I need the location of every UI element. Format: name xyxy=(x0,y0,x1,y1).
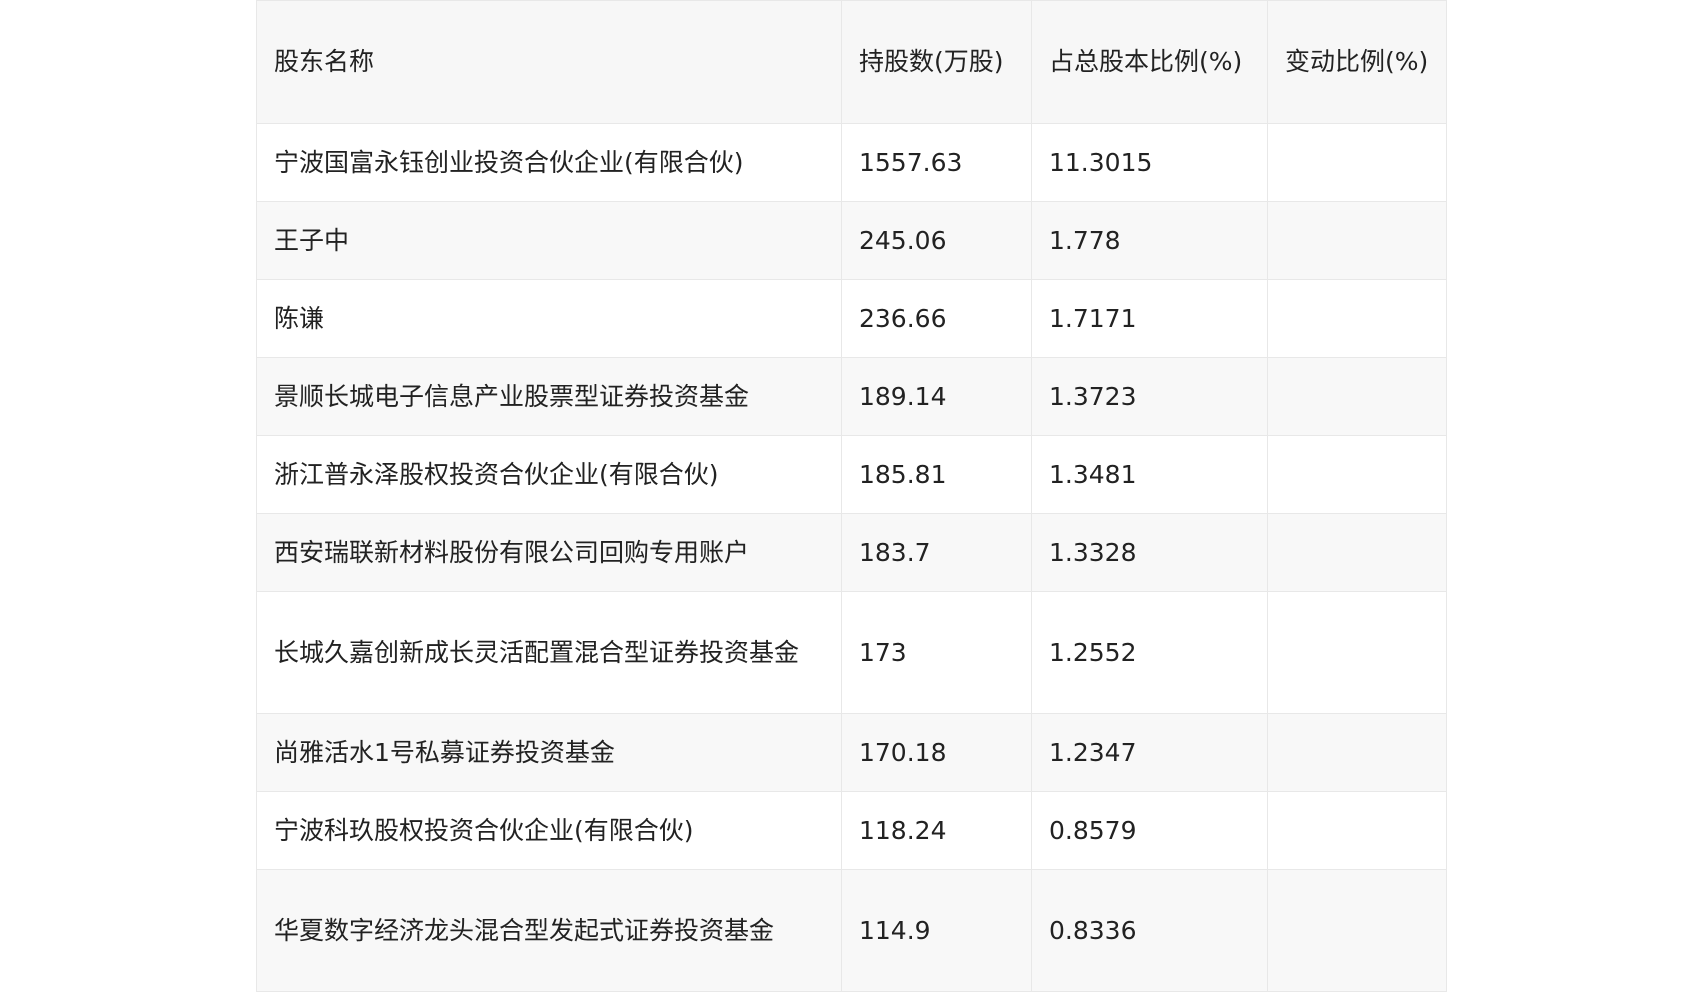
table-row: 宁波国富永钰创业投资合伙企业(有限合伙) 1557.63 11.3015 xyxy=(256,123,1447,202)
table-row: 华夏数字经济龙头混合型发起式证券投资基金 114.9 0.8336 xyxy=(256,869,1447,992)
cell-change-ratio xyxy=(1267,435,1447,514)
header-shareholder-name: 股东名称 xyxy=(256,0,842,124)
cell-change-ratio xyxy=(1267,713,1447,792)
cell-share-ratio: 1.3723 xyxy=(1031,357,1268,436)
cell-shares-held: 183.7 xyxy=(841,513,1032,592)
cell-share-ratio: 1.2347 xyxy=(1031,713,1268,792)
table-row: 西安瑞联新材料股份有限公司回购专用账户 183.7 1.3328 xyxy=(256,513,1447,592)
header-shares-held: 持股数(万股) xyxy=(841,0,1032,124)
shareholder-table: 股东名称 持股数(万股) 占总股本比例(%) 变动比例(%) 宁波国富永钰创业投… xyxy=(256,0,1447,992)
shareholder-table-container: 股东名称 持股数(万股) 占总股本比例(%) 变动比例(%) 宁波国富永钰创业投… xyxy=(256,0,1447,992)
cell-shares-held: 185.81 xyxy=(841,435,1032,514)
header-row: 股东名称 持股数(万股) 占总股本比例(%) 变动比例(%) xyxy=(256,0,1447,124)
table-body: 宁波国富永钰创业投资合伙企业(有限合伙) 1557.63 11.3015 王子中… xyxy=(256,123,1447,992)
table-row: 宁波科玖股权投资合伙企业(有限合伙) 118.24 0.8579 xyxy=(256,791,1447,870)
cell-shares-held: 245.06 xyxy=(841,201,1032,280)
table-row: 王子中 245.06 1.778 xyxy=(256,201,1447,280)
cell-shareholder-name: 陈谦 xyxy=(256,279,842,358)
cell-shareholder-name: 浙江普永泽股权投资合伙企业(有限合伙) xyxy=(256,435,842,514)
cell-shareholder-name: 华夏数字经济龙头混合型发起式证券投资基金 xyxy=(256,869,842,992)
cell-shareholder-name: 西安瑞联新材料股份有限公司回购专用账户 xyxy=(256,513,842,592)
cell-change-ratio xyxy=(1267,791,1447,870)
cell-change-ratio xyxy=(1267,201,1447,280)
cell-shareholder-name: 尚雅活水1号私募证券投资基金 xyxy=(256,713,842,792)
cell-shares-held: 114.9 xyxy=(841,869,1032,992)
cell-shares-held: 1557.63 xyxy=(841,123,1032,202)
cell-share-ratio: 11.3015 xyxy=(1031,123,1268,202)
cell-shareholder-name: 景顺长城电子信息产业股票型证券投资基金 xyxy=(256,357,842,436)
table-row: 长城久嘉创新成长灵活配置混合型证券投资基金 173 1.2552 xyxy=(256,591,1447,714)
cell-share-ratio: 0.8336 xyxy=(1031,869,1268,992)
table-row: 景顺长城电子信息产业股票型证券投资基金 189.14 1.3723 xyxy=(256,357,1447,436)
cell-share-ratio: 1.2552 xyxy=(1031,591,1268,714)
cell-change-ratio xyxy=(1267,591,1447,714)
cell-shares-held: 189.14 xyxy=(841,357,1032,436)
cell-change-ratio xyxy=(1267,357,1447,436)
cell-change-ratio xyxy=(1267,513,1447,592)
cell-share-ratio: 1.7171 xyxy=(1031,279,1268,358)
cell-shares-held: 236.66 xyxy=(841,279,1032,358)
cell-share-ratio: 1.3328 xyxy=(1031,513,1268,592)
table-header: 股东名称 持股数(万股) 占总股本比例(%) 变动比例(%) xyxy=(256,0,1447,124)
table-row: 浙江普永泽股权投资合伙企业(有限合伙) 185.81 1.3481 xyxy=(256,435,1447,514)
cell-share-ratio: 1.778 xyxy=(1031,201,1268,280)
cell-shareholder-name: 宁波国富永钰创业投资合伙企业(有限合伙) xyxy=(256,123,842,202)
cell-shareholder-name: 王子中 xyxy=(256,201,842,280)
cell-shareholder-name: 长城久嘉创新成长灵活配置混合型证券投资基金 xyxy=(256,591,842,714)
table-row: 尚雅活水1号私募证券投资基金 170.18 1.2347 xyxy=(256,713,1447,792)
cell-shares-held: 170.18 xyxy=(841,713,1032,792)
cell-change-ratio xyxy=(1267,869,1447,992)
cell-change-ratio xyxy=(1267,279,1447,358)
table-row: 陈谦 236.66 1.7171 xyxy=(256,279,1447,358)
header-change-ratio: 变动比例(%) xyxy=(1267,0,1447,124)
cell-share-ratio: 0.8579 xyxy=(1031,791,1268,870)
cell-share-ratio: 1.3481 xyxy=(1031,435,1268,514)
cell-shares-held: 173 xyxy=(841,591,1032,714)
header-share-ratio: 占总股本比例(%) xyxy=(1031,0,1268,124)
cell-change-ratio xyxy=(1267,123,1447,202)
cell-shareholder-name: 宁波科玖股权投资合伙企业(有限合伙) xyxy=(256,791,842,870)
cell-shares-held: 118.24 xyxy=(841,791,1032,870)
